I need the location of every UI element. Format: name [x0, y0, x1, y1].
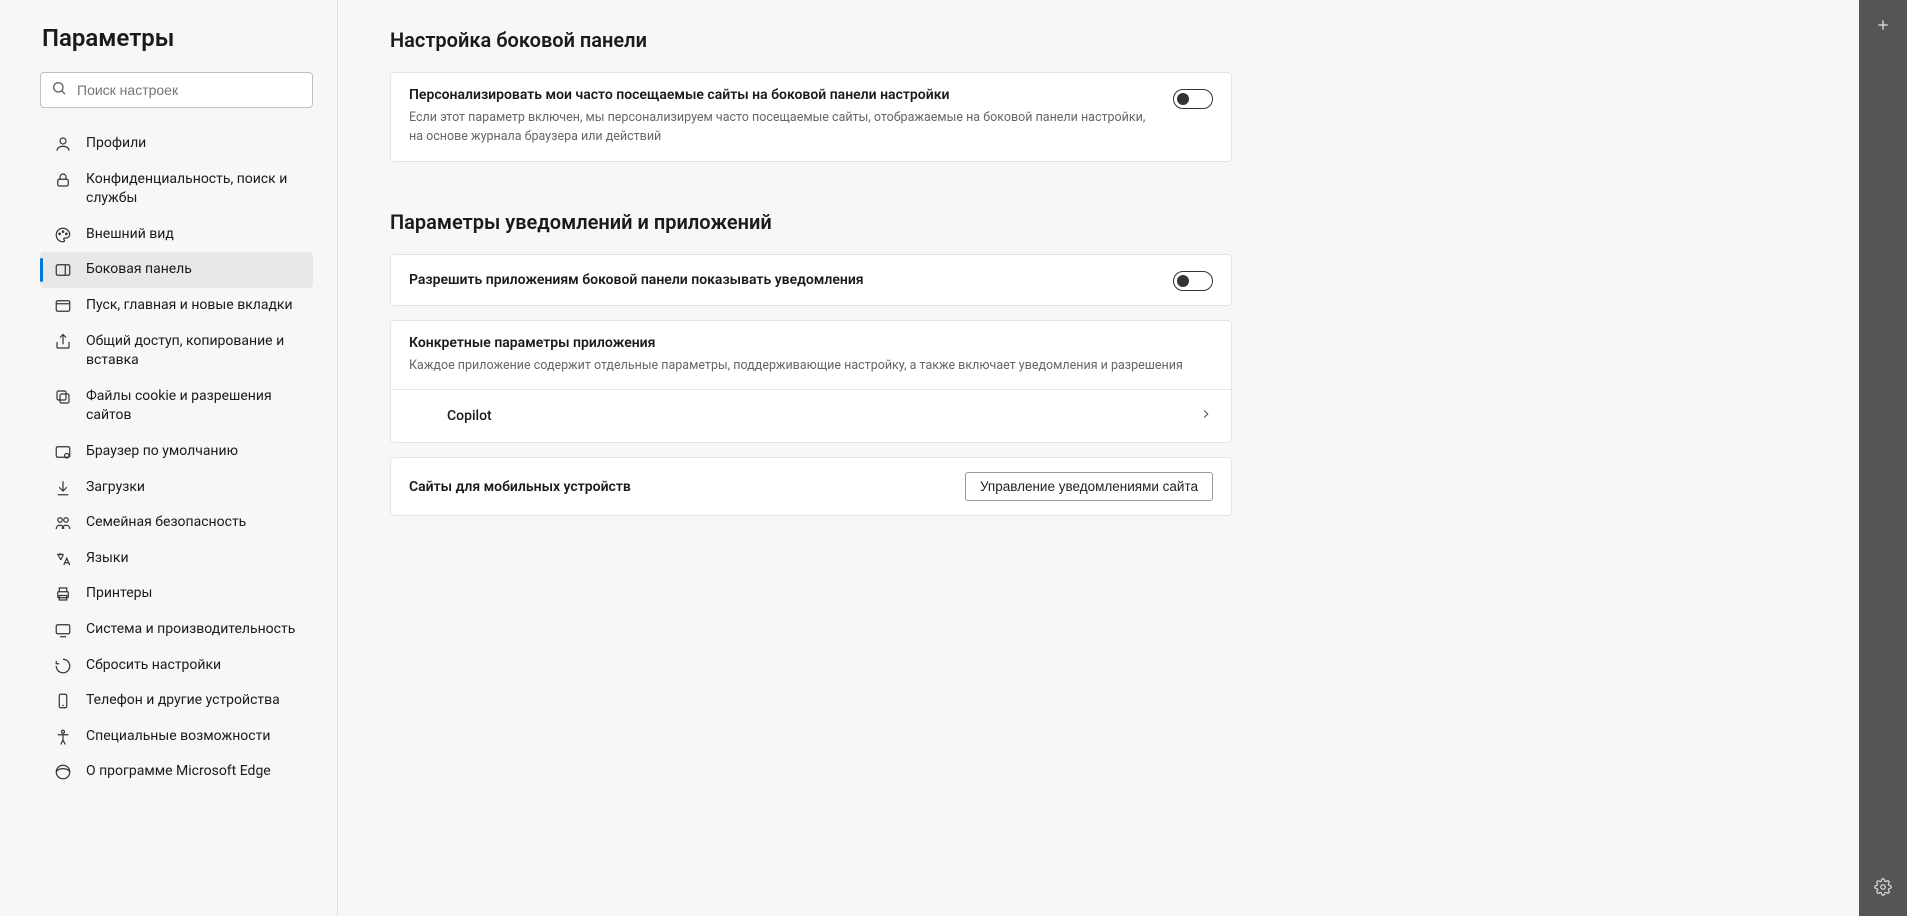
section-title-notifications: Параметры уведомлений и приложений: [390, 210, 1232, 234]
nav-item-start[interactable]: Пуск, главная и новые вкладки: [40, 288, 313, 324]
rail-add-button[interactable]: [1864, 8, 1902, 46]
edge-icon: [54, 763, 72, 781]
nav-label: Профили: [86, 134, 146, 154]
nav-label: Система и производительность: [86, 620, 295, 640]
family-icon: [54, 514, 72, 532]
plus-icon: [1875, 17, 1891, 37]
nav-item-accessibility[interactable]: Специальные возможности: [40, 719, 313, 755]
printer-icon: [54, 585, 72, 603]
palette-icon: [54, 226, 72, 244]
setting-title: Сайты для мобильных устройств: [409, 479, 945, 495]
nav-item-share[interactable]: Общий доступ, копирование и вставка: [40, 324, 313, 379]
card-mobile-sites: Сайты для мобильных устройств Управление…: [390, 457, 1232, 516]
nav-label: Внешний вид: [86, 225, 174, 245]
nav-item-languages[interactable]: Языки: [40, 541, 313, 577]
card-allow-notifications: Разрешить приложениям боковой панели пок…: [390, 254, 1232, 306]
section-title-customize: Настройка боковой панели: [390, 28, 1232, 52]
nav-label: Общий доступ, копирование и вставка: [86, 332, 303, 371]
nav-label: Браузер по умолчанию: [86, 442, 238, 462]
nav-label: Семейная безопасность: [86, 513, 246, 533]
manage-site-notifications-button[interactable]: Управление уведомлениями сайта: [965, 472, 1213, 501]
nav-item-appearance[interactable]: Внешний вид: [40, 217, 313, 253]
nav-label: Сбросить настройки: [86, 656, 221, 676]
cookie-icon: [54, 388, 72, 406]
page-title: Параметры: [42, 24, 313, 52]
nav-item-reset[interactable]: Сбросить настройки: [40, 648, 313, 684]
setting-desc: Каждое приложение содержит отдельные пар…: [409, 357, 1193, 376]
nav-label: Специальные возможности: [86, 727, 270, 747]
nav-label: О программе Microsoft Edge: [86, 762, 271, 782]
nav-list: Профили Конфиденциальность, поиск и служ…: [40, 126, 313, 790]
download-icon: [54, 479, 72, 497]
toggle-allow-notifications[interactable]: [1173, 271, 1213, 291]
toggle-knob: [1177, 93, 1189, 105]
rail-settings-button[interactable]: [1864, 870, 1902, 908]
nav-label: Файлы cookie и разрешения сайтов: [86, 387, 303, 426]
system-icon: [54, 621, 72, 639]
phone-icon: [54, 692, 72, 710]
setting-title: Конкретные параметры приложения: [409, 335, 1193, 351]
nav-label: Телефон и другие устройства: [86, 691, 280, 711]
settings-sidebar: Параметры Профили Конфиденциальность, по…: [0, 0, 338, 916]
app-row-copilot[interactable]: Copilot: [391, 390, 1231, 442]
nav-item-profiles[interactable]: Профили: [40, 126, 313, 162]
nav-label: Боковая панель: [86, 260, 192, 280]
gear-icon: [1874, 878, 1892, 900]
nav-item-sidebar[interactable]: Боковая панель: [40, 252, 313, 288]
setting-title: Персонализировать мои часто посещаемые с…: [409, 87, 1153, 103]
sidebar-icon: [54, 261, 72, 279]
nav-label: Загрузки: [86, 478, 145, 498]
right-rail: [1859, 0, 1907, 916]
reset-icon: [54, 657, 72, 675]
tabs-icon: [54, 297, 72, 315]
toggle-personalize[interactable]: [1173, 89, 1213, 109]
lock-icon: [54, 171, 72, 189]
nav-item-privacy[interactable]: Конфиденциальность, поиск и службы: [40, 162, 313, 217]
app-name: Copilot: [447, 408, 1199, 424]
nav-label: Пуск, главная и новые вкладки: [86, 296, 293, 316]
accessibility-icon: [54, 728, 72, 746]
setting-title: Разрешить приложениям боковой панели пок…: [409, 272, 1153, 288]
language-icon: [54, 550, 72, 568]
nav-item-phone[interactable]: Телефон и другие устройства: [40, 683, 313, 719]
nav-label: Конфиденциальность, поиск и службы: [86, 170, 303, 209]
search-box[interactable]: [40, 72, 313, 108]
browser-icon: [54, 443, 72, 461]
nav-item-downloads[interactable]: Загрузки: [40, 470, 313, 506]
nav-item-family[interactable]: Семейная безопасность: [40, 505, 313, 541]
nav-label: Принтеры: [86, 584, 152, 604]
copilot-icon: [409, 404, 433, 428]
main-content: Настройка боковой панели Персонализирова…: [338, 0, 1859, 916]
setting-desc: Если этот параметр включен, мы персонали…: [409, 109, 1153, 147]
nav-item-default-browser[interactable]: Браузер по умолчанию: [40, 434, 313, 470]
card-app-specific: Конкретные параметры приложения Каждое п…: [390, 320, 1232, 444]
nav-item-cookies[interactable]: Файлы cookie и разрешения сайтов: [40, 379, 313, 434]
search-icon: [51, 80, 67, 100]
toggle-knob: [1177, 275, 1189, 287]
nav-item-system[interactable]: Система и производительность: [40, 612, 313, 648]
chevron-right-icon: [1199, 407, 1213, 425]
nav-item-about[interactable]: О программе Microsoft Edge: [40, 754, 313, 790]
profile-icon: [54, 135, 72, 153]
share-icon: [54, 333, 72, 351]
nav-item-printers[interactable]: Принтеры: [40, 576, 313, 612]
search-input[interactable]: [77, 82, 302, 98]
nav-label: Языки: [86, 549, 129, 569]
card-personalize: Персонализировать мои часто посещаемые с…: [390, 72, 1232, 162]
